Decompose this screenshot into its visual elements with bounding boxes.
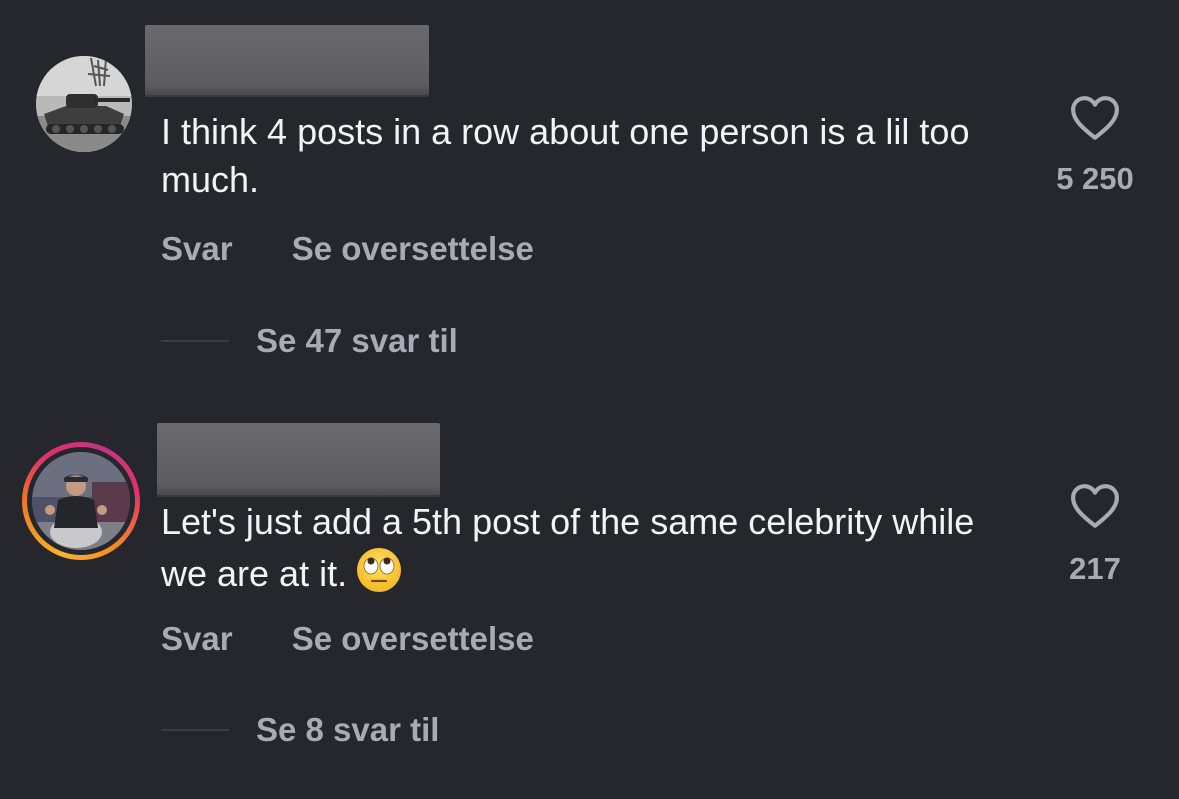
redacted-username — [145, 25, 429, 95]
person-photo-avatar — [32, 452, 130, 550]
heart-outline-icon[interactable] — [1070, 483, 1120, 529]
comment-actions: Svar Se oversettelse — [161, 620, 534, 658]
like-control: 5 250 — [1035, 95, 1155, 197]
replies-divider-line — [161, 729, 229, 731]
reply-button[interactable]: Svar — [161, 230, 233, 268]
redacted-username — [157, 423, 440, 495]
see-translation-button[interactable]: Se oversettelse — [292, 230, 534, 268]
replies-divider-line — [161, 340, 229, 342]
reply-button[interactable]: Svar — [161, 620, 233, 658]
view-replies-label: Se 47 svar til — [256, 322, 458, 359]
comments-thread: I think 4 posts in a row about one perso… — [0, 0, 1179, 799]
avatar[interactable] — [32, 452, 130, 550]
like-count: 5 250 — [1056, 161, 1134, 196]
view-replies-button[interactable]: Se 47 svar til — [161, 322, 458, 360]
comment: I think 4 posts in a row about one perso… — [0, 0, 1179, 400]
avatar[interactable] — [36, 56, 132, 152]
tank-photo-avatar — [36, 56, 132, 152]
view-replies-label: Se 8 svar til — [256, 711, 440, 748]
comment-text: I think 4 posts in a row about one perso… — [161, 111, 970, 200]
comment-text: Let's just add a 5th post of the same ce… — [161, 498, 1021, 598]
heart-outline-icon[interactable] — [1070, 95, 1120, 141]
face-with-rolling-eyes-icon — [357, 548, 402, 592]
like-control: 217 — [1035, 483, 1155, 587]
comment: Let's just add a 5th post of the same ce… — [0, 400, 1179, 799]
comment-text-body: Let's just add a 5th post of the same ce… — [161, 501, 975, 594]
like-count: 217 — [1069, 551, 1121, 586]
view-replies-button[interactable]: Se 8 svar til — [161, 711, 439, 749]
comment-actions: Svar Se oversettelse — [161, 230, 534, 268]
see-translation-button[interactable]: Se oversettelse — [292, 620, 534, 658]
